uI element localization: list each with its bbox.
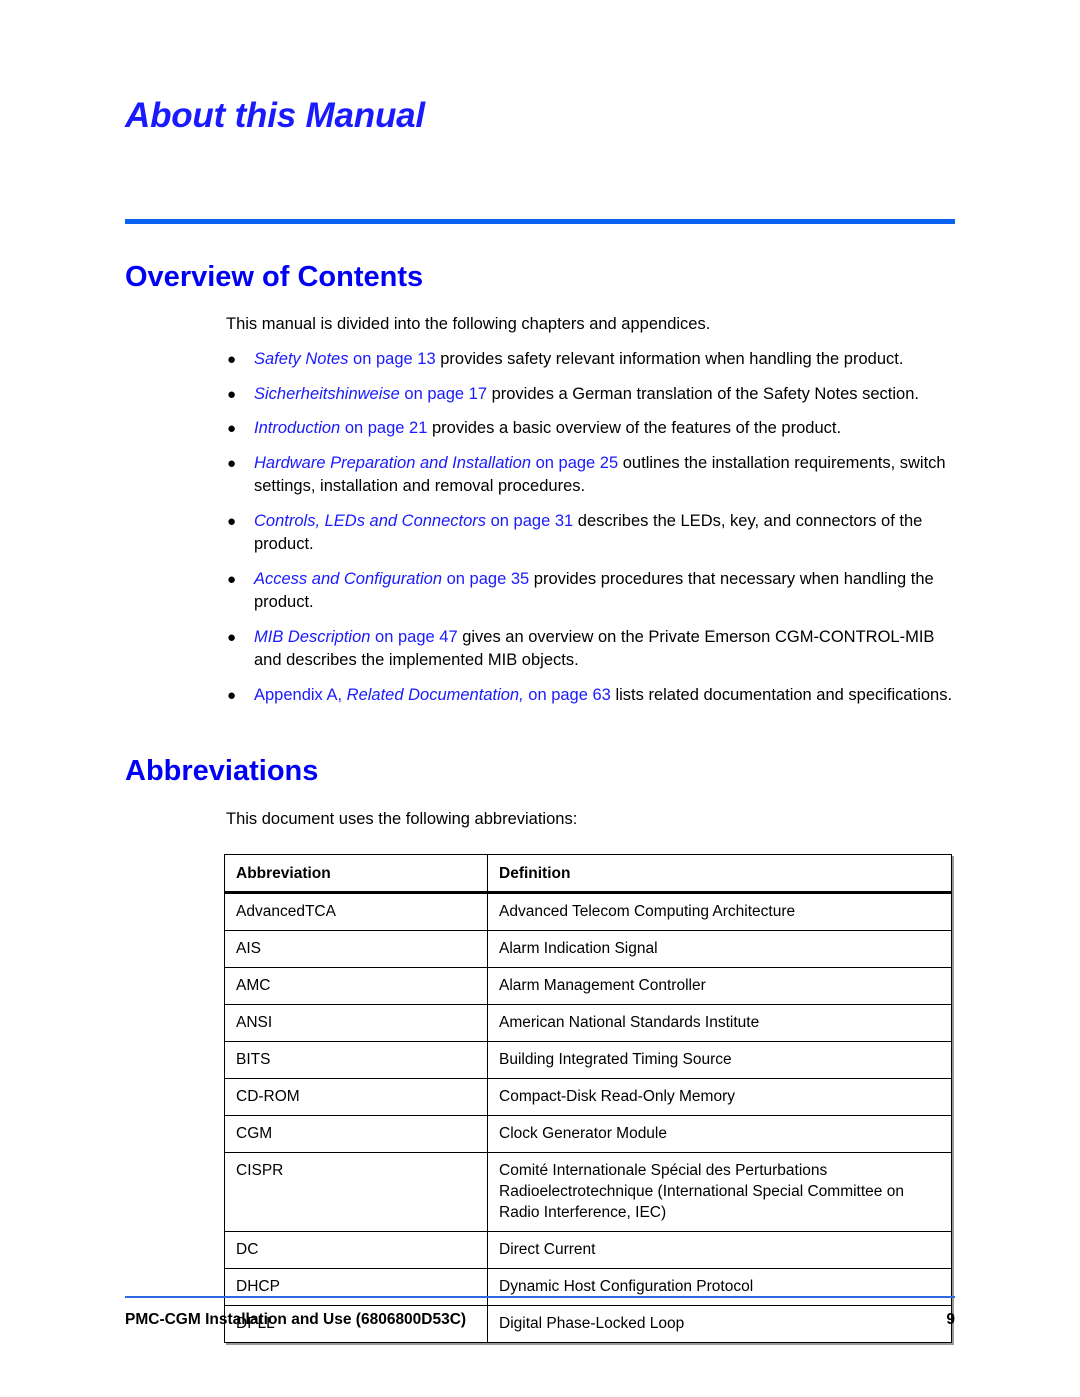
bullet-xref-page[interactable]: on page 63 bbox=[524, 686, 611, 704]
table-header-abbreviation: Abbreviation bbox=[224, 854, 488, 894]
bullet-xref-page[interactable]: on page 21 bbox=[340, 419, 428, 437]
footer-document-title: PMC-CGM Installation and Use (6806800D53… bbox=[125, 1311, 467, 1328]
table-header-definition: Definition bbox=[487, 854, 952, 894]
overview-bullet-item: ● Safety Notes on page 13 provides safety… bbox=[226, 348, 966, 372]
table-row: AdvancedTCA Advanced Telecom Computing Ar… bbox=[224, 892, 952, 931]
bullet-xref-page[interactable]: on page 47 bbox=[370, 628, 458, 646]
table-cell-definition: Advanced Telecom Computing Architecture bbox=[487, 892, 952, 931]
bullet-dot-icon: ● bbox=[227, 570, 237, 588]
bullet-dot-icon: ● bbox=[227, 686, 237, 704]
table-cell-abbreviation: CISPR bbox=[224, 1152, 488, 1232]
abbreviations-intro-paragraph: This document uses the following abbrevi… bbox=[226, 810, 578, 828]
bullet-xref-title[interactable]: Access and Configuration bbox=[254, 570, 442, 588]
abbreviations-table-body: AdvancedTCA Advanced Telecom Computing Ar… bbox=[224, 892, 952, 1343]
table-cell-definition: Alarm Management Controller bbox=[487, 967, 952, 1005]
bullet-xref-title[interactable]: Sicherheitshinweise bbox=[254, 385, 400, 403]
footer-page-number: 9 bbox=[946, 1311, 955, 1328]
bullet-xref-title[interactable]: MIB Description bbox=[254, 628, 370, 646]
bullet-xref-title[interactable]: Safety Notes bbox=[254, 350, 348, 368]
bullet-description: provides safety relevant information whe… bbox=[435, 350, 904, 368]
bullet-xref-page[interactable]: on page 25 bbox=[531, 454, 619, 472]
table-row: CISPR Comité Internationale Spécial des P… bbox=[224, 1152, 952, 1232]
table-cell-abbreviation: AIS bbox=[224, 930, 488, 968]
table-cell-definition: Comité Internationale Spécial des Pertur… bbox=[487, 1152, 952, 1232]
document-page: About this Manual Overview of Contents T… bbox=[0, 0, 1080, 1397]
table-cell-definition: Direct Current bbox=[487, 1231, 952, 1269]
table-cell-definition: Dynamic Host Configuration Protocol bbox=[487, 1268, 952, 1306]
bullet-dot-icon: ● bbox=[227, 385, 237, 403]
table-row: AIS Alarm Indication Signal bbox=[224, 930, 952, 968]
footer-divider-rule bbox=[125, 1296, 955, 1298]
bullet-xref-page[interactable]: on page 17 bbox=[400, 385, 487, 403]
table-header-row: Abbreviation Definition bbox=[224, 854, 952, 894]
bullet-xref-title[interactable]: Introduction bbox=[254, 419, 340, 437]
bullet-xref-page[interactable]: on page 31 bbox=[486, 512, 574, 530]
table-row: BITS Building Integrated Timing Source bbox=[224, 1041, 952, 1079]
overview-intro-paragraph: This manual is divided into the followin… bbox=[226, 315, 711, 333]
table-row: ANSI American National Standards Institut… bbox=[224, 1004, 952, 1042]
table-cell-definition: Alarm Indication Signal bbox=[487, 930, 952, 968]
table-cell-definition: Clock Generator Module bbox=[487, 1115, 952, 1153]
bullet-dot-icon: ● bbox=[227, 351, 237, 368]
overview-bullet-item: ● Access and Configuration on page 35 pro… bbox=[226, 568, 966, 615]
bullet-description: provides a German translation of the Saf… bbox=[487, 384, 919, 403]
table-cell-abbreviation: CGM bbox=[224, 1115, 488, 1153]
page-footer: PMC-CGM Installation and Use (6806800D53… bbox=[125, 1311, 955, 1329]
table-row: DHCP Dynamic Host Configuration Protocol bbox=[224, 1268, 952, 1306]
overview-bullet-list: ● Safety Notes on page 13 provides safety… bbox=[226, 348, 966, 718]
bullet-xref-page[interactable]: on page 35 bbox=[442, 570, 530, 588]
section-heading-abbreviations: Abbreviations bbox=[125, 755, 319, 787]
table-cell-abbreviation: DHCP bbox=[224, 1268, 488, 1306]
title-divider-rule bbox=[125, 219, 955, 224]
table-cell-abbreviation: AMC bbox=[224, 967, 488, 1005]
overview-bullet-item: ● Introduction on page 21 provides a basi… bbox=[226, 417, 966, 441]
bullet-xref-title[interactable]: Hardware Preparation and Installation bbox=[254, 454, 531, 472]
table-row: CGM Clock Generator Module bbox=[224, 1115, 952, 1153]
table-row: CD-ROM Compact-Disk Read-Only Memory bbox=[224, 1078, 952, 1116]
bullet-dot-icon: ● bbox=[227, 454, 237, 472]
table-cell-abbreviation: ANSI bbox=[224, 1004, 488, 1042]
overview-bullet-item: ● Sicherheitshinweise on page 17 provides… bbox=[226, 383, 966, 407]
overview-bullet-item: ● Appendix A, Related Documentation, on p… bbox=[226, 684, 966, 708]
table-cell-abbreviation: BITS bbox=[224, 1041, 488, 1079]
table-cell-abbreviation: CD-ROM bbox=[224, 1078, 488, 1116]
table-cell-abbreviation: AdvancedTCA bbox=[224, 892, 488, 931]
bullet-xref-lead[interactable]: Appendix A, bbox=[254, 686, 347, 704]
overview-bullet-item: ● Controls, LEDs and Connectors on page 3… bbox=[226, 510, 966, 557]
bullet-description: provides a basic overview of the feature… bbox=[427, 419, 842, 437]
bullet-xref-title[interactable]: Related Documentation, bbox=[347, 686, 524, 704]
bullet-xref-page[interactable]: on page 13 bbox=[348, 350, 436, 368]
bullet-dot-icon: ● bbox=[227, 420, 237, 437]
overview-bullet-item: ● Hardware Preparation and Installation o… bbox=[226, 452, 966, 499]
bullet-xref-title[interactable]: Controls, LEDs and Connectors bbox=[254, 512, 486, 530]
table-row: DC Direct Current bbox=[224, 1231, 952, 1269]
table-row: AMC Alarm Management Controller bbox=[224, 967, 952, 1005]
table-cell-definition: Building Integrated Timing Source bbox=[487, 1041, 952, 1079]
section-heading-overview: Overview of Contents bbox=[125, 261, 424, 293]
table-cell-abbreviation: DC bbox=[224, 1231, 488, 1269]
chapter-title: About this Manual bbox=[125, 96, 425, 135]
abbreviations-table: Abbreviation Definition AdvancedTCA Advan… bbox=[224, 854, 952, 1343]
bullet-dot-icon: ● bbox=[227, 512, 237, 530]
table-cell-definition: American National Standards Institute bbox=[487, 1004, 952, 1042]
bullet-dot-icon: ● bbox=[227, 628, 237, 646]
table-cell-definition: Compact-Disk Read-Only Memory bbox=[487, 1078, 952, 1116]
overview-bullet-item: ● MIB Description on page 47 gives an ove… bbox=[226, 626, 966, 673]
bullet-description: lists related documentation and specific… bbox=[610, 685, 953, 704]
